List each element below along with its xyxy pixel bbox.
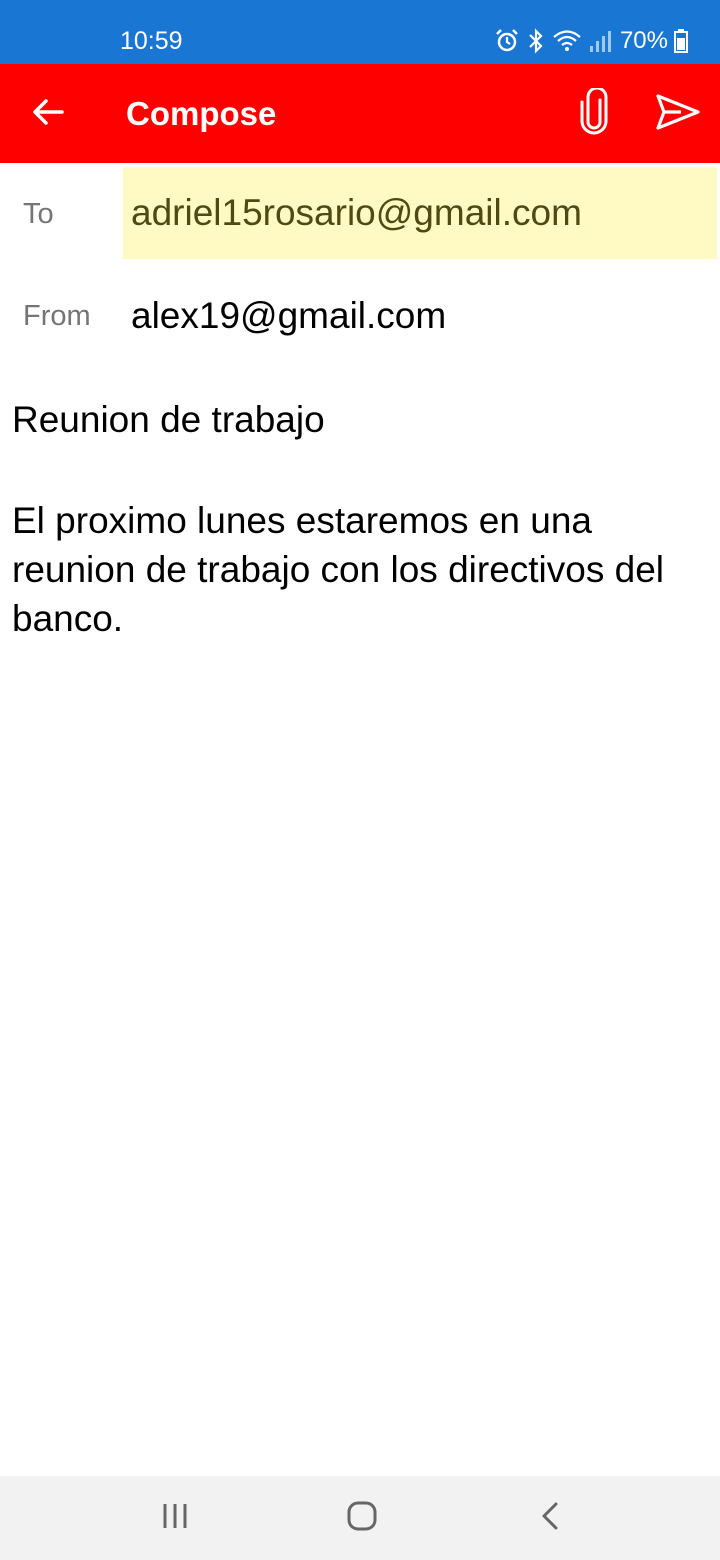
attach-button[interactable] [566, 86, 622, 142]
app-bar: Compose [0, 64, 720, 163]
to-field[interactable] [123, 167, 717, 259]
signal-icon [588, 28, 612, 54]
send-button[interactable] [648, 86, 708, 142]
compose-screen: 10:59 70% Compose To adriel15rosario@gma… [0, 0, 720, 1560]
from-address: alex19@gmail.com [131, 295, 447, 336]
system-back-button[interactable] [520, 1494, 580, 1542]
status-icons: 70% [494, 24, 688, 58]
to-label: To [23, 198, 54, 230]
arrow-back-icon [32, 98, 64, 131]
message-body-field[interactable]: El proximo lunes estaremos en una reunio… [0, 496, 720, 1456]
recents-icon [160, 1502, 190, 1535]
send-icon [655, 93, 701, 136]
subject-field[interactable] [0, 390, 720, 450]
navigation-bar [0, 1476, 720, 1560]
status-time: 10:59 [120, 27, 183, 55]
home-button[interactable] [332, 1494, 392, 1542]
from-label: From [23, 300, 91, 332]
battery-icon [674, 29, 688, 53]
wifi-icon [552, 28, 582, 54]
back-button[interactable] [20, 90, 76, 138]
page-title: Compose [126, 95, 277, 132]
home-icon [346, 1500, 378, 1537]
bluetooth-icon [526, 28, 546, 54]
paperclip-icon [580, 86, 608, 141]
battery-percent: 70% [619, 27, 668, 54]
back-icon [540, 1501, 560, 1536]
recents-button[interactable] [145, 1494, 205, 1542]
alarm-icon [494, 28, 520, 54]
status-bar: 10:59 70% [0, 0, 720, 64]
